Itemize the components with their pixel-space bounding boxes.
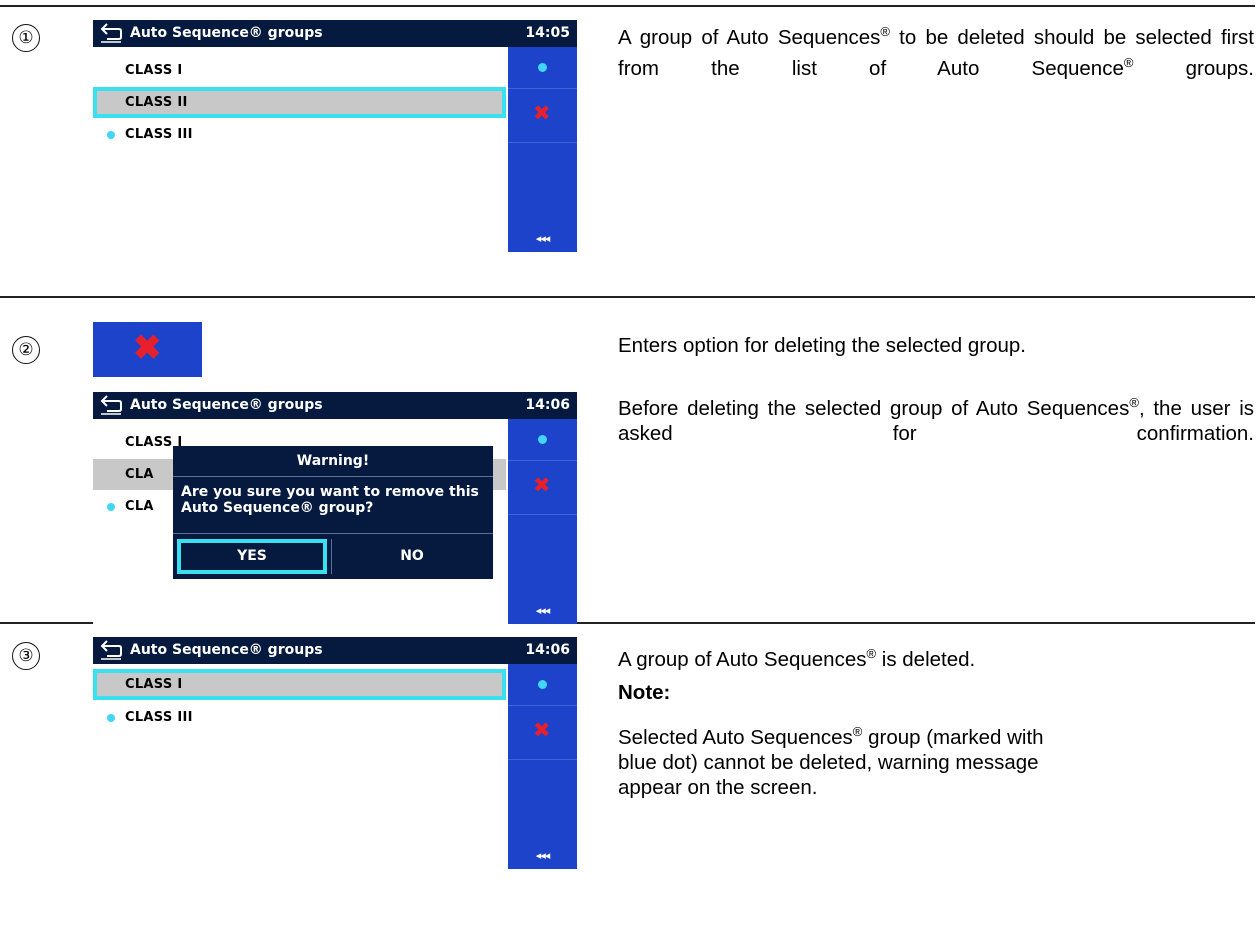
screen-title: Auto Sequence® groups [130, 397, 323, 413]
list-item[interactable]: CLASS III [93, 119, 506, 150]
list-item-label: CLA [125, 499, 154, 514]
desc-text: Before deleting the selected group of Au… [618, 396, 1130, 420]
step-2-description-p1: Enters option for deleting the selected … [618, 333, 1254, 358]
list-item-label: CLASS I [125, 63, 183, 78]
registered-mark: ® [1123, 54, 1134, 70]
delete-button[interactable]: ✖ [508, 461, 577, 515]
list-item-label: CLA [125, 467, 154, 482]
delete-button[interactable]: ✖ [508, 706, 577, 760]
desc-text: A group of Auto Sequences [618, 25, 881, 49]
list-item-selected[interactable]: CLASS II [93, 87, 506, 118]
desc-text: Selected Auto Sequences [618, 725, 853, 749]
more-options-button[interactable]: ◂◂◂ [508, 232, 577, 245]
no-button[interactable]: NO [335, 539, 489, 574]
divider [173, 476, 493, 477]
delete-x-icon: ✖ [533, 718, 551, 742]
list-item-label: CLASS II [125, 95, 188, 110]
table-top-rule [0, 5, 1255, 7]
side-toolbar: ✖ ◂◂◂ [508, 419, 577, 624]
dialog-message: Are you sure you want to remove this Aut… [181, 484, 479, 516]
clock: 14:05 [525, 25, 570, 41]
blue-dot-icon [107, 714, 115, 722]
blue-dot-icon [107, 131, 115, 139]
registered-mark: ® [1129, 395, 1139, 410]
list-item-label: CLASS III [125, 127, 193, 142]
clock: 14:06 [525, 397, 570, 413]
instrument-screen-1: Auto Sequence® groups 14:05 CLASS I CLAS… [93, 20, 577, 252]
desc-text: groups. [1133, 56, 1254, 80]
more-options-button[interactable]: ◂◂◂ [508, 849, 577, 862]
blue-dot-icon [538, 680, 547, 689]
list-item-label: CLASS III [125, 710, 193, 725]
delete-x-icon: ✖ [133, 329, 162, 367]
screen-title: Auto Sequence® groups [130, 25, 323, 41]
note-label: Note: [618, 681, 671, 704]
set-active-button[interactable] [508, 664, 577, 706]
list-item[interactable]: CLASS III [93, 702, 506, 733]
warning-dialog: Warning! Are you sure you want to remove… [173, 446, 493, 579]
registered-mark: ® [866, 646, 877, 661]
yes-button[interactable]: YES [177, 539, 327, 574]
blue-dot-icon [107, 503, 115, 511]
instrument-screen-3: Auto Sequence® groups 14:06 CLASS I CLAS… [93, 637, 577, 869]
more-options-button[interactable]: ◂◂◂ [508, 604, 577, 617]
delete-button[interactable]: ✖ [508, 89, 577, 143]
side-toolbar: ✖ ◂◂◂ [508, 47, 577, 252]
clock: 14:06 [525, 642, 570, 658]
set-active-button[interactable] [508, 47, 577, 89]
delete-x-icon: ✖ [533, 473, 551, 497]
screen-title: Auto Sequence® groups [130, 642, 323, 658]
registered-mark: ® [880, 24, 890, 39]
registered-mark: ® [852, 724, 863, 739]
desc-text: is deleted. [876, 647, 976, 671]
step-number-1: ① [12, 24, 40, 52]
step-1-description: A group of Auto Sequences® to be deleted… [618, 19, 1254, 81]
instrument-screen-2: Auto Sequence® groups 14:06 CLASS I CLA … [93, 392, 577, 624]
screen-header: Auto Sequence® groups 14:06 [93, 392, 577, 419]
back-arrow-icon[interactable] [99, 638, 123, 660]
divider [331, 539, 332, 574]
list-item[interactable]: CLASS I [93, 55, 506, 86]
delete-x-icon: ✖ [533, 101, 551, 125]
desc-text: A group of Auto Sequences [618, 647, 867, 671]
step-number-3: ③ [12, 642, 40, 670]
set-active-button[interactable] [508, 419, 577, 461]
dialog-title: Warning! [296, 453, 370, 469]
blue-dot-icon [538, 435, 547, 444]
blue-dot-icon [538, 63, 547, 72]
list-item-selected[interactable]: CLASS I [93, 669, 506, 700]
step-number-2: ② [12, 336, 40, 364]
delete-button-enlarged[interactable]: ✖ [93, 322, 202, 377]
back-arrow-icon[interactable] [99, 393, 123, 415]
row-separator-1 [0, 296, 1255, 298]
step-3-description-p1: A group of Auto Sequences® is deleted. [618, 641, 1254, 672]
side-toolbar: ✖ ◂◂◂ [508, 664, 577, 869]
step-3-description-p2: Selected Auto Sequences® group (marked w… [618, 719, 1048, 800]
screen-header: Auto Sequence® groups 14:06 [93, 637, 577, 664]
back-arrow-icon[interactable] [99, 21, 123, 43]
screen-header: Auto Sequence® groups 14:05 [93, 20, 577, 47]
divider [173, 533, 493, 534]
list-item-label: CLASS I [125, 677, 183, 692]
step-2-description-p2: Before deleting the selected group of Au… [618, 390, 1254, 446]
desc-text: Enters option for deleting the selected … [618, 334, 1026, 357]
